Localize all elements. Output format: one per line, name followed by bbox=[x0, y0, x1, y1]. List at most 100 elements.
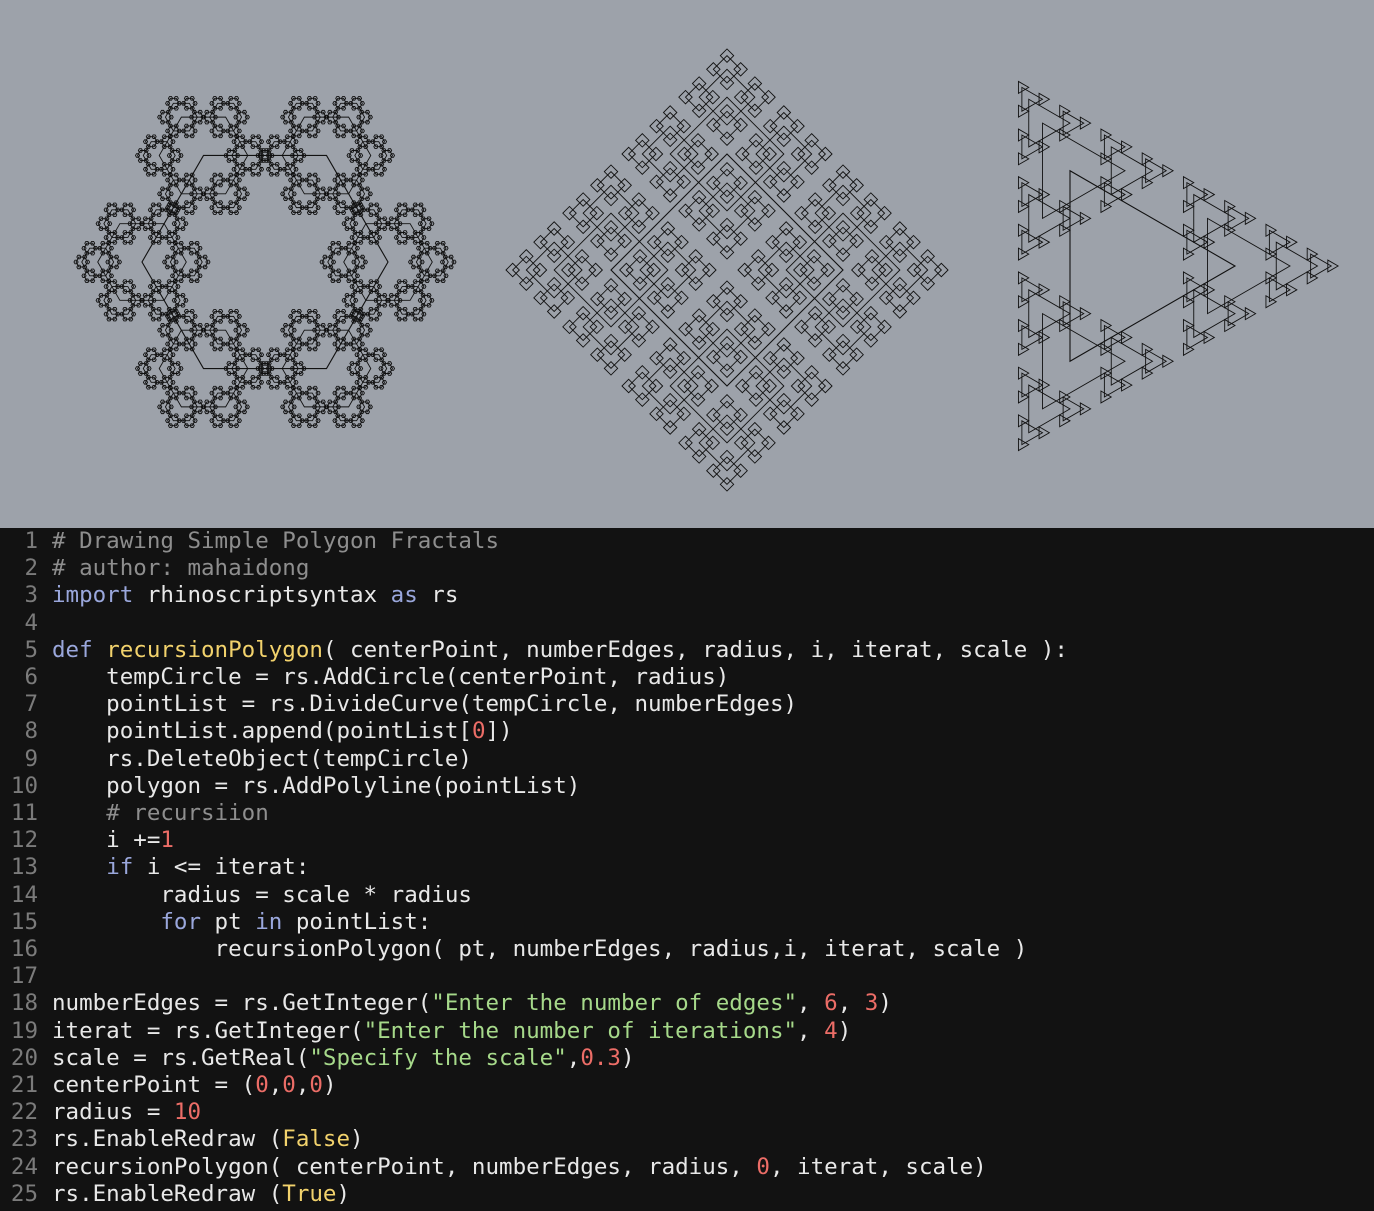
code-token-plain: radius = bbox=[52, 1099, 174, 1126]
line-number: 6 bbox=[24, 664, 38, 690]
polygon-level-4 bbox=[1182, 342, 1195, 357]
code-token-plain: centerPoint = ( bbox=[52, 1072, 256, 1098]
polygon-level-4 bbox=[1224, 223, 1236, 238]
code-token-plain: , bbox=[797, 990, 825, 1017]
code-token-plain: , bbox=[837, 990, 865, 1017]
code-line[interactable]: 23 rs.EnableRedraw (False) bbox=[0, 1126, 1374, 1153]
polygon-level-0 bbox=[610, 153, 844, 387]
code-line[interactable]: 10 polygon = rs.AddPolyline(pointList) bbox=[0, 773, 1374, 800]
polygon-level-4 bbox=[1059, 390, 1071, 404]
code-token-plain: polygon = rs.AddPolyline(pointList) bbox=[52, 772, 581, 799]
code-token-plain: ) bbox=[620, 1044, 635, 1071]
polygon-level-4 bbox=[1121, 187, 1133, 202]
code-token-plain: rs bbox=[417, 582, 459, 609]
code-line[interactable]: 19 iterat = rs.GetInteger("Enter the numb… bbox=[0, 1018, 1374, 1045]
code-line[interactable]: 7 pointList = rs.DivideCurve(tempCircle,… bbox=[0, 691, 1374, 718]
code-token-keyword: def bbox=[52, 636, 93, 663]
code-text: polygon = rs.AddPolyline(pointList) bbox=[52, 773, 580, 800]
code-line[interactable]: 15 for pt in pointList: bbox=[0, 909, 1374, 936]
code-token-number: 4 bbox=[824, 1017, 838, 1044]
polygon-level-4 bbox=[1017, 152, 1030, 166]
code-token-number: 0 bbox=[282, 1072, 296, 1098]
code-line[interactable]: 5 def recursionPolygon( centerPoint, numb… bbox=[0, 637, 1374, 664]
code-token-func: recursionPolygon bbox=[106, 636, 323, 663]
code-token-plain: ) bbox=[322, 1072, 337, 1098]
code-token-keyword: in bbox=[255, 908, 283, 935]
polygon-level-4 bbox=[1059, 128, 1071, 142]
code-token-plain: , bbox=[797, 1017, 825, 1044]
polygon-level-0 bbox=[1069, 169, 1237, 363]
polygon-level-4 bbox=[1182, 223, 1195, 238]
code-line[interactable]: 9 rs.DeleteObject(tempCircle) bbox=[0, 746, 1374, 773]
line-number: 19 bbox=[10, 1017, 38, 1044]
code-line[interactable]: 14 radius = scale * radius bbox=[0, 882, 1374, 909]
code-line[interactable]: 21 centerPoint = (0,0,0) bbox=[0, 1072, 1374, 1099]
code-token-plain: ) bbox=[350, 1126, 364, 1153]
code-token-plain: pointList = rs.DivideCurve(tempCircle, n… bbox=[52, 691, 798, 718]
code-token-comment: # recursiion bbox=[106, 800, 269, 826]
code-line[interactable]: 4 bbox=[0, 610, 1374, 637]
hexagon-fractal bbox=[73, 96, 457, 428]
line-number: 18 bbox=[10, 990, 38, 1017]
polygon-level-4 bbox=[1224, 199, 1236, 214]
polygon-level-4 bbox=[1017, 247, 1030, 261]
polygon-level-4 bbox=[1017, 366, 1030, 380]
polygon-level-4 bbox=[1265, 271, 1278, 285]
polygon-level-4 bbox=[1141, 152, 1154, 166]
polygon-level-4 bbox=[1059, 104, 1071, 118]
code-token-const: True bbox=[282, 1180, 337, 1207]
code-token-number: 0 bbox=[255, 1072, 269, 1098]
code-line[interactable]: 1 # Drawing Simple Polygon Fractals bbox=[0, 528, 1374, 555]
code-text: tempCircle = rs.AddCircle(centerPoint, r… bbox=[52, 664, 729, 691]
polygon-level-4 bbox=[1059, 223, 1071, 238]
code-editor[interactable]: 1 # Drawing Simple Polygon Fractals 2 # aut… bbox=[0, 528, 1374, 1211]
rhino-viewport[interactable] bbox=[0, 0, 1374, 528]
code-line[interactable]: 25 rs.EnableRedraw (True) bbox=[0, 1181, 1374, 1208]
line-number: 13 bbox=[10, 854, 38, 881]
polygon-level-4 bbox=[1182, 294, 1195, 309]
line-number: 2 bbox=[24, 555, 38, 582]
code-line[interactable]: 3 import rhinoscriptsyntax as rs bbox=[0, 582, 1374, 609]
code-token-plain: ) bbox=[878, 990, 892, 1017]
code-line[interactable]: 22 radius = 10 bbox=[0, 1099, 1374, 1126]
polygon-level-4 bbox=[1182, 271, 1195, 285]
line-number: 14 bbox=[10, 881, 38, 908]
polygon-level-4 bbox=[1079, 211, 1092, 226]
code-token-comment: # Drawing Simple Polygon Fractals bbox=[52, 528, 500, 554]
code-token-number: 3 bbox=[864, 990, 879, 1017]
code-line[interactable]: 11 # recursiion bbox=[0, 800, 1374, 827]
code-text: recursionPolygon( pt, numberEdges, radiu… bbox=[52, 936, 1028, 963]
code-token-number: 0 bbox=[756, 1153, 770, 1180]
polygon-level-4 bbox=[1141, 175, 1154, 190]
polygon-level-4 bbox=[1306, 271, 1319, 285]
polygon-level-4 bbox=[1100, 318, 1113, 333]
code-token-plain: ) bbox=[336, 1180, 351, 1207]
code-text: if i <= iterat: bbox=[52, 854, 309, 881]
code-line[interactable]: 13 if i <= iterat: bbox=[0, 854, 1374, 881]
line-number: 12 bbox=[10, 827, 38, 854]
code-line[interactable]: 18 numberEdges = rs.GetInteger("Enter the… bbox=[0, 990, 1374, 1017]
code-token-keyword: for bbox=[160, 908, 202, 935]
fractal-canvas[interactable] bbox=[0, 0, 1374, 528]
code-line[interactable]: 16 recursionPolygon( pt, numberEdges, ra… bbox=[0, 936, 1374, 963]
line-number: 1 bbox=[24, 528, 38, 554]
polygon-level-4 bbox=[1203, 235, 1216, 249]
polygon-level-2 bbox=[1028, 384, 1071, 434]
polygon-level-2 bbox=[1028, 289, 1071, 339]
code-text: pointList = rs.DivideCurve(tempCircle, n… bbox=[52, 691, 797, 718]
code-text: import rhinoscriptsyntax as rs bbox=[52, 582, 458, 609]
code-line[interactable]: 12 i +=1 bbox=[0, 827, 1374, 854]
code-text: i +=1 bbox=[52, 827, 174, 854]
polygon-level-4 bbox=[1100, 128, 1113, 142]
code-token-number: 0 bbox=[309, 1072, 323, 1098]
code-line[interactable]: 20 scale = rs.GetReal("Specify the scale"… bbox=[0, 1045, 1374, 1072]
code-line[interactable]: 24 recursionPolygon( centerPoint, numberE… bbox=[0, 1154, 1374, 1181]
code-line[interactable]: 8 pointList.append(pointList[0]) bbox=[0, 718, 1374, 745]
line-number: 21 bbox=[10, 1072, 38, 1098]
code-line[interactable]: 6 tempCircle = rs.AddCircle(centerPoint,… bbox=[0, 664, 1374, 691]
code-line[interactable]: 17 bbox=[0, 963, 1374, 990]
polygon-level-4 bbox=[1079, 116, 1092, 130]
polygon-level-2 bbox=[1193, 289, 1236, 339]
code-line[interactable]: 2 # author: mahaidong bbox=[0, 555, 1374, 582]
polygon-level-4 bbox=[1017, 437, 1030, 452]
